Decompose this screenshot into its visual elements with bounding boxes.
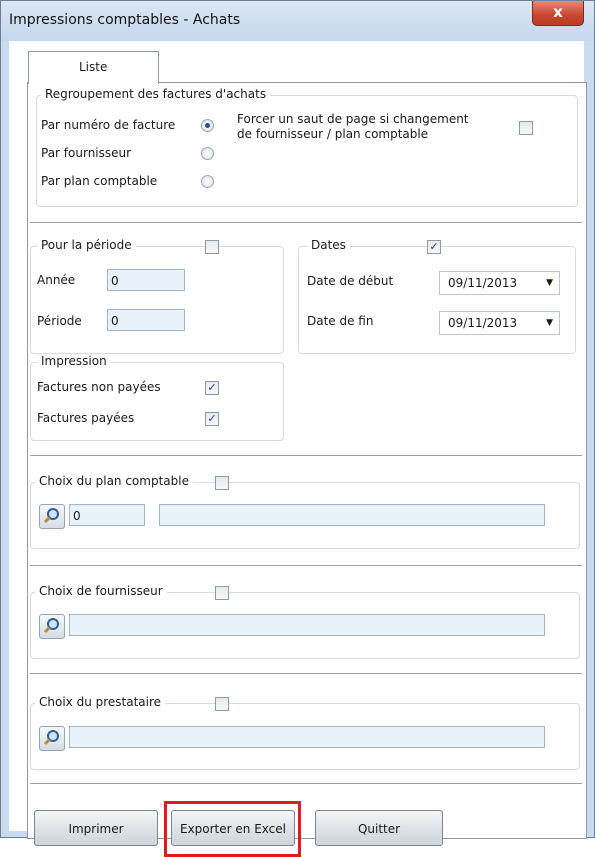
force-break-label-line2: de fournisseur / plan comptable bbox=[237, 127, 429, 141]
period-label: Période bbox=[37, 314, 82, 328]
option-chart-radio[interactable] bbox=[201, 175, 214, 188]
chart-name-input[interactable] bbox=[159, 504, 545, 526]
dialog-window: Impressions comptables - Achats x Liste … bbox=[0, 0, 595, 857]
separator bbox=[30, 222, 582, 223]
unpaid-invoices-checkbox[interactable]: ✓ bbox=[205, 381, 219, 395]
provider-search-button[interactable] bbox=[39, 726, 65, 751]
force-break-checkbox[interactable] bbox=[519, 121, 533, 135]
print-button[interactable]: Imprimer bbox=[34, 810, 158, 846]
chart-search-button[interactable] bbox=[39, 504, 65, 529]
period-legend: Pour la période bbox=[37, 238, 136, 252]
supplier-checkbox[interactable] bbox=[215, 586, 229, 600]
year-input[interactable]: 0 bbox=[107, 269, 185, 291]
chevron-down-icon: ▼ bbox=[546, 278, 553, 288]
end-date-label: Date de fin bbox=[307, 314, 374, 328]
chart-code-input[interactable]: 0 bbox=[69, 504, 145, 526]
paid-invoices-label: Factures payées bbox=[37, 411, 135, 425]
provider-checkbox[interactable] bbox=[215, 697, 229, 711]
chart-of-accounts-legend: Choix du plan comptable bbox=[35, 474, 193, 488]
option-invoice-number-radio[interactable] bbox=[201, 119, 214, 132]
dates-group: Dates ✓ Date de début 09/11/2013 ▼ Date … bbox=[298, 238, 576, 354]
force-break-label-line1: Forcer un saut de page si changement bbox=[237, 112, 469, 126]
end-date-value: 09/11/2013 bbox=[448, 316, 518, 330]
window-title: Impressions comptables - Achats bbox=[9, 12, 241, 28]
tab-panel: Regroupement des factures d'achats Par n… bbox=[27, 82, 587, 857]
chart-of-accounts-checkbox[interactable] bbox=[215, 476, 229, 490]
tab-liste[interactable]: Liste bbox=[28, 51, 159, 84]
export-excel-button[interactable]: Exporter en Excel bbox=[171, 810, 295, 846]
provider-input[interactable] bbox=[69, 726, 545, 748]
grouping-legend: Regroupement des factures d'achats bbox=[41, 87, 271, 101]
supplier-legend: Choix de fournisseur bbox=[35, 584, 167, 598]
option-chart-label: Par plan comptable bbox=[41, 174, 158, 188]
title-bar: Impressions comptables - Achats x bbox=[1, 1, 594, 41]
unpaid-invoices-label: Factures non payées bbox=[37, 380, 161, 394]
start-date-picker[interactable]: 09/11/2013 ▼ bbox=[439, 271, 560, 295]
option-invoice-number-label: Par numéro de facture bbox=[41, 118, 176, 132]
period-input[interactable]: 0 bbox=[107, 309, 185, 331]
separator bbox=[30, 673, 582, 674]
magnifier-icon bbox=[43, 618, 59, 634]
supplier-search-button[interactable] bbox=[39, 614, 65, 639]
end-date-picker[interactable]: 09/11/2013 ▼ bbox=[439, 311, 560, 335]
separator bbox=[30, 455, 582, 456]
dates-checkbox[interactable]: ✓ bbox=[427, 240, 441, 254]
start-date-value: 09/11/2013 bbox=[448, 276, 518, 290]
separator bbox=[30, 565, 582, 566]
start-date-label: Date de début bbox=[307, 274, 394, 288]
printing-group: Impression Factures non payées ✓ Facture… bbox=[30, 354, 284, 441]
option-supplier-radio[interactable] bbox=[201, 147, 214, 160]
chevron-down-icon: ▼ bbox=[546, 318, 553, 328]
grouping-group: Regroupement des factures d'achats Par n… bbox=[36, 87, 578, 207]
paid-invoices-checkbox[interactable]: ✓ bbox=[205, 412, 219, 426]
printing-legend: Impression bbox=[37, 354, 111, 368]
supplier-group: Choix de fournisseur bbox=[30, 584, 580, 659]
close-button[interactable]: x bbox=[532, 1, 584, 26]
magnifier-icon bbox=[43, 508, 59, 524]
chart-of-accounts-group: Choix du plan comptable 0 bbox=[30, 474, 580, 549]
year-label: Année bbox=[37, 273, 76, 287]
quit-button[interactable]: Quitter bbox=[315, 810, 443, 846]
dates-legend: Dates bbox=[307, 238, 350, 252]
magnifier-icon bbox=[43, 730, 59, 746]
provider-legend: Choix du prestataire bbox=[35, 695, 166, 709]
tab-label: Liste bbox=[79, 60, 108, 74]
option-supplier-label: Par fournisseur bbox=[41, 146, 132, 160]
period-group: Pour la période Année 0 Période 0 bbox=[30, 238, 284, 354]
separator bbox=[30, 783, 582, 784]
period-checkbox[interactable] bbox=[205, 240, 219, 254]
provider-group: Choix du prestataire bbox=[30, 695, 580, 770]
dialog-client-area: Liste Regroupement des factures d'achats… bbox=[9, 41, 587, 857]
supplier-input[interactable] bbox=[69, 614, 545, 636]
